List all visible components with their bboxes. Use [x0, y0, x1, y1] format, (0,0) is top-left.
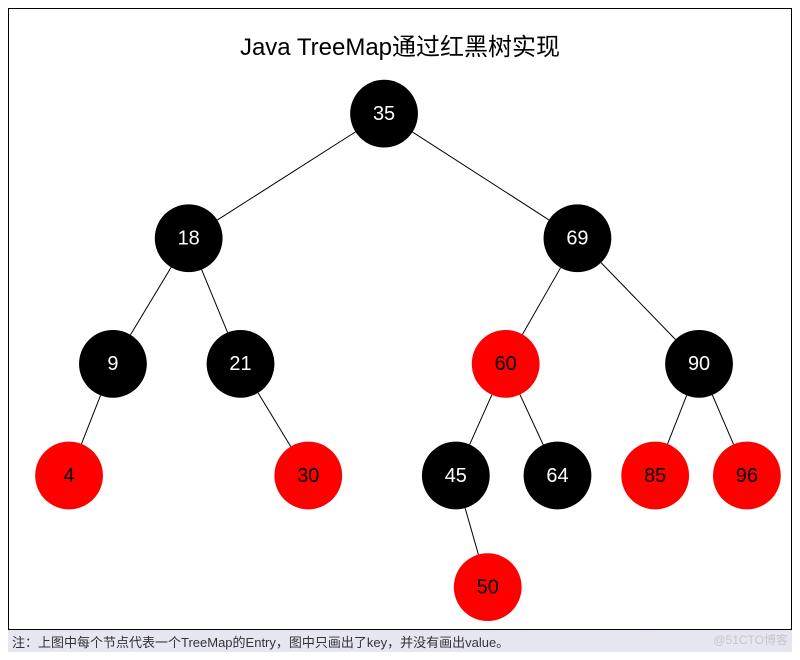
tree-edge [81, 395, 100, 444]
tree-edge [202, 270, 228, 333]
caption-text: 注：上图中每个节点代表一个TreeMap的Entry，图中只画出了key，并没有… [12, 632, 509, 651]
tree-svg: 35 18 69 9 21 60 90 4 30 45 64 85 96 50 [9, 9, 791, 629]
tree-node-label: 30 [297, 465, 319, 487]
tree-node-label: 64 [546, 465, 568, 487]
tree-edge [522, 268, 560, 335]
tree-edge [601, 263, 675, 340]
tree-edge [470, 395, 492, 445]
tree-edge [712, 395, 733, 444]
tree-edge [130, 267, 171, 335]
tree-node-label: 9 [107, 353, 118, 375]
nodes-layer: 35 18 69 9 21 60 90 4 30 45 64 85 96 50 [35, 80, 781, 621]
watermark-faint: csdn.ne [638, 634, 680, 648]
tree-node-label: 35 [373, 103, 395, 125]
tree-node-label: 50 [477, 576, 499, 598]
tree-node-label: 85 [644, 465, 666, 487]
tree-node-label: 45 [445, 465, 467, 487]
tree-node-label: 21 [229, 353, 251, 375]
tree-edge [465, 508, 478, 554]
tree-node-label: 18 [178, 228, 200, 250]
tree-node-label: 69 [566, 228, 588, 250]
tree-edge [520, 395, 543, 445]
tree-edge [668, 395, 687, 444]
tree-node-label: 60 [495, 353, 517, 375]
tree-node-label: 4 [64, 465, 75, 487]
figure-frame: Java TreeMap通过红黑树实现 35186992160904304564… [8, 8, 792, 630]
watermark-right: @51CTO博客 [713, 631, 788, 648]
tree-edge [217, 132, 355, 220]
tree-node-label: 96 [736, 465, 758, 487]
tree-node-label: 90 [688, 353, 710, 375]
tree-edge [413, 132, 549, 220]
tree-edge [258, 393, 291, 447]
